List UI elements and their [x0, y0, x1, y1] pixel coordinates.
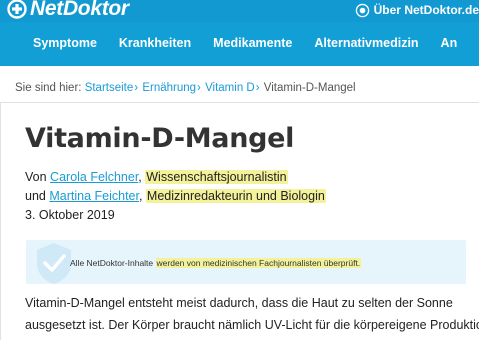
breadcrumb-current: Vitamin-D-Mangel: [263, 82, 356, 94]
about-label: Über NetDoktor.de: [373, 3, 479, 17]
author-line-1: Von Carola Felchner, Wissenschaftsjourna…: [25, 170, 288, 184]
breadcrumb-separator: ›: [134, 82, 139, 94]
nav-item-symptome[interactable]: Symptome: [33, 36, 97, 50]
notice-prefix: Alle NetDoktor-Inhalte: [70, 258, 154, 268]
shield-check-icon: [37, 243, 71, 284]
breadcrumb: Sie sind hier: Startseite› Ernährung› Vi…: [15, 82, 356, 94]
nav-item-krankheiten[interactable]: Krankheiten: [119, 36, 191, 50]
breadcrumb-separator: ›: [197, 82, 201, 94]
breadcrumb-separator: ›: [255, 82, 260, 94]
article-body: Vitamin-D-Mangel entsteht meist dadurch,…: [25, 292, 479, 336]
review-notice: Alle NetDoktor-Inhalte werden von medizi…: [26, 240, 466, 284]
nav-item-alternativmedizin[interactable]: Alternativmedizin: [314, 36, 418, 50]
notice-text: Alle NetDoktor-Inhalte werden von medizi…: [70, 258, 362, 268]
author-prefix: Von: [25, 170, 47, 184]
content-border: [0, 102, 1, 340]
breadcrumb-prefix: Sie sind hier:: [15, 82, 82, 94]
breadcrumb-link-ernaehrung[interactable]: Ernährung: [142, 82, 196, 94]
breadcrumb-link-startseite[interactable]: Startseite: [85, 82, 134, 94]
author-link-martina-feichter[interactable]: Martina Feichter: [49, 189, 139, 203]
nav-item-an[interactable]: An: [441, 36, 458, 50]
nav-item-medikamente[interactable]: Medikamente: [213, 36, 292, 50]
body-line: ausgesetzt ist. Der Körper braucht nämli…: [25, 318, 479, 332]
author-role: Medizinredakteurin und Biologin: [145, 189, 326, 203]
notice-highlight: werden von medizinischen Fachjournaliste…: [155, 258, 362, 268]
award-badge-icon: [355, 3, 369, 17]
site-header: NetDoktor Über NetDoktor.de Symptome Kra…: [0, 0, 479, 66]
author-link-carola-felchner[interactable]: Carola Felchner: [50, 170, 138, 184]
publish-date: 3. Oktober 2019: [25, 208, 115, 222]
author-prefix: und: [25, 189, 46, 203]
author-role: Wissenschaftsjournalistin: [145, 170, 288, 184]
content-divider: [0, 102, 479, 103]
about-link[interactable]: Über NetDoktor.de: [355, 1, 479, 19]
medical-cross-icon: [7, 0, 27, 19]
site-logo[interactable]: NetDoktor: [7, 0, 129, 20]
body-line: Vitamin-D-Mangel entsteht meist dadurch,…: [25, 296, 453, 310]
logo-text: NetDoktor: [30, 0, 129, 20]
author-line-2: und Martina Feichter, Medizinredakteurin…: [25, 189, 326, 203]
page-title: Vitamin-D-Mangel: [25, 123, 295, 154]
breadcrumb-link-vitamin-d[interactable]: Vitamin D: [205, 82, 255, 94]
main-nav: Symptome Krankheiten Medikamente Alterna…: [0, 26, 479, 60]
